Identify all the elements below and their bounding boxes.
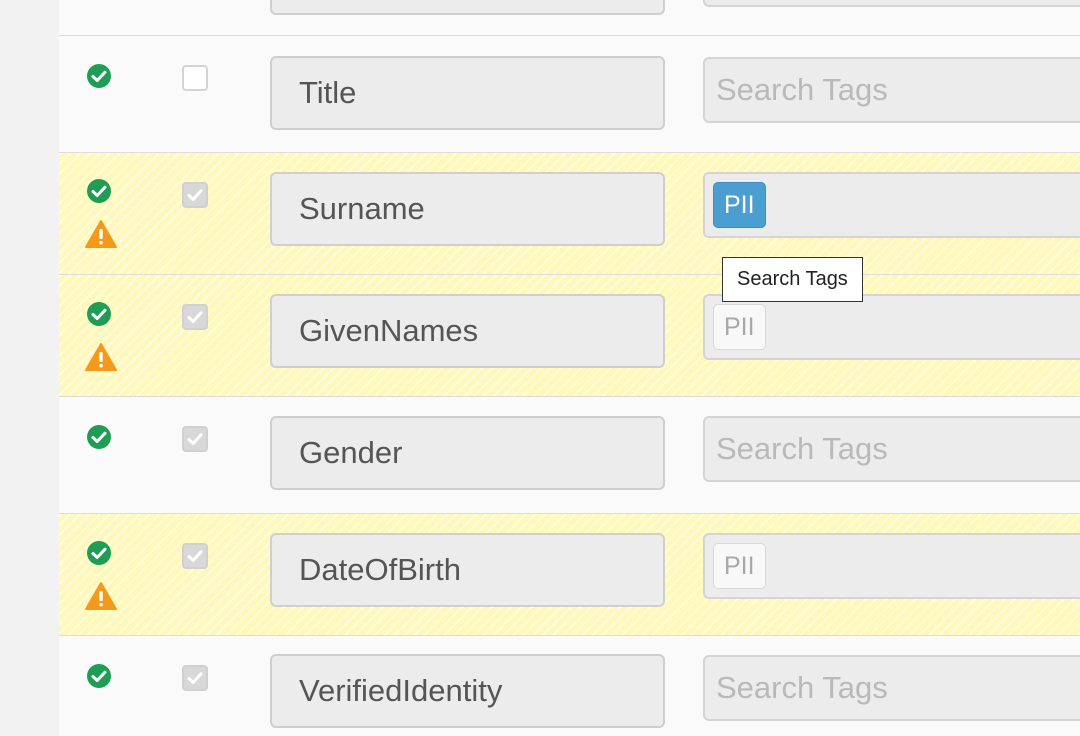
checkmark-icon — [187, 189, 203, 201]
field-name-input[interactable]: GivenNames — [270, 294, 665, 368]
warning-triangle-icon — [85, 220, 117, 248]
checkmark-icon — [187, 311, 203, 323]
tags-placeholder: Search Tags — [716, 670, 888, 705]
check-circle-icon — [87, 664, 111, 688]
field-list-panel: Title Search Tags Surname PII GivenNames… — [59, 0, 1080, 736]
check-circle-icon — [87, 425, 111, 449]
check-circle-icon — [87, 302, 111, 326]
field-name-input[interactable]: Surname — [270, 172, 665, 246]
field-row-warning: GivenNames PII — [59, 275, 1080, 397]
tag-pii[interactable]: PII — [713, 543, 766, 589]
tags-placeholder: Search Tags — [716, 431, 888, 466]
tag-pii[interactable]: PII — [713, 182, 766, 228]
select-checkbox[interactable] — [182, 665, 208, 691]
check-circle-icon — [87, 179, 111, 203]
tooltip: Search Tags — [722, 257, 863, 302]
field-row-warning: Surname PII — [59, 153, 1080, 275]
select-checkbox[interactable] — [182, 65, 208, 91]
select-checkbox[interactable] — [182, 426, 208, 452]
field-name-input[interactable] — [270, 0, 665, 15]
tags-placeholder: Search Tags — [716, 72, 888, 107]
tags-input[interactable]: PII — [703, 172, 1080, 238]
tags-input[interactable]: Search Tags — [703, 416, 1080, 482]
tags-input[interactable]: PII — [703, 533, 1080, 599]
warning-triangle-icon — [85, 343, 117, 371]
field-name-input[interactable]: Title — [270, 56, 665, 130]
select-checkbox[interactable] — [182, 304, 208, 330]
field-row: Gender Search Tags — [59, 397, 1080, 514]
tag-pii[interactable]: PII — [713, 304, 766, 350]
field-name-input[interactable]: DateOfBirth — [270, 533, 665, 607]
select-checkbox[interactable] — [182, 182, 208, 208]
checkmark-icon — [187, 433, 203, 445]
checkmark-icon — [187, 672, 203, 684]
field-name-input[interactable]: VerifiedIdentity — [270, 654, 665, 728]
tags-input[interactable]: Search Tags — [703, 57, 1080, 123]
field-row-warning: DateOfBirth PII — [59, 514, 1080, 636]
check-circle-icon — [87, 64, 111, 88]
warning-triangle-icon — [85, 582, 117, 610]
tags-input[interactable]: PII — [703, 294, 1080, 360]
check-circle-icon — [87, 541, 111, 565]
field-row: VerifiedIdentity Search Tags — [59, 636, 1080, 736]
left-gutter — [0, 0, 59, 736]
select-checkbox[interactable] — [182, 543, 208, 569]
checkmark-icon — [187, 550, 203, 562]
field-name-input[interactable]: Gender — [270, 416, 665, 490]
tags-input[interactable]: Search Tags — [703, 655, 1080, 721]
field-row — [59, 0, 1080, 36]
field-row: Title Search Tags — [59, 36, 1080, 153]
tags-input[interactable] — [703, 0, 1080, 7]
